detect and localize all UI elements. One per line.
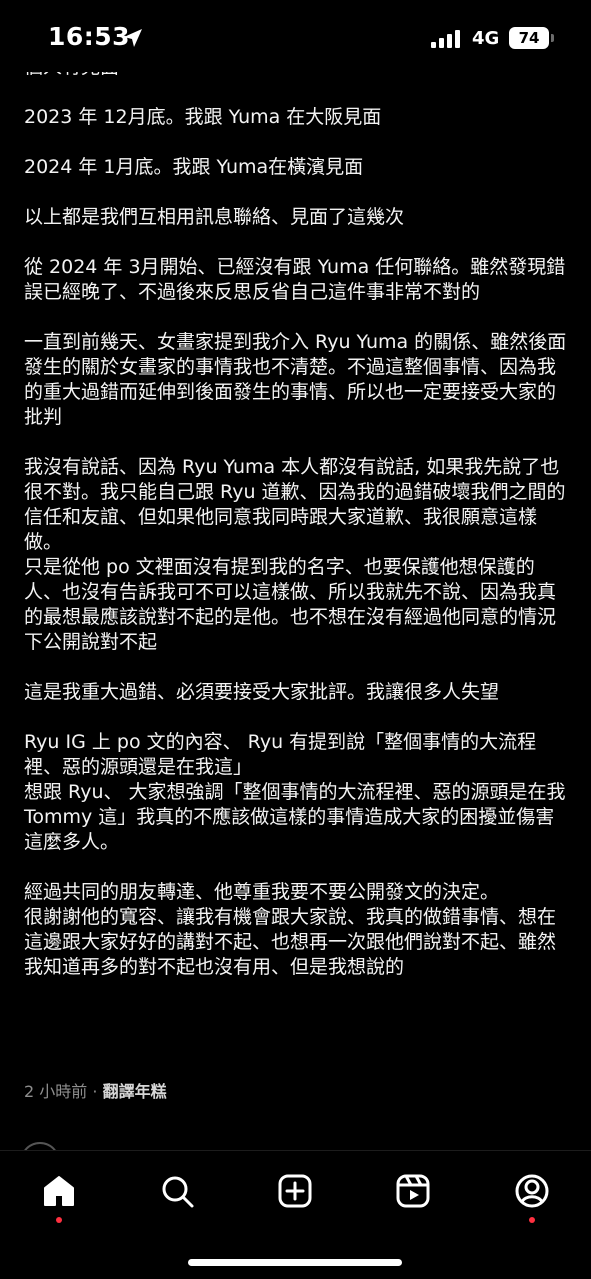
tab-create[interactable] — [271, 1167, 319, 1215]
status-bar: 16:53 4G 74 — [0, 0, 591, 72]
translate-link[interactable]: 翻譯年糕 — [103, 1082, 167, 1101]
caption-paragraph: 以上都是我們互相用訊息聯絡、見面了這幾次 — [24, 206, 405, 228]
caption-paragraph: 想跟 Ryu、 大家想強調「整個事情的大流程裡、惡的源頭是在我 Tommy 這」… — [24, 781, 572, 853]
caption-paragraph: 我沒有說話、因為 Ryu Yuma 本人都沒有說話, 如果我先說了也很不對。我只… — [24, 456, 566, 553]
post-meta: 2 小時前 · 翻譯年糕 — [24, 1078, 167, 1102]
caption-paragraph: 這是我重大過錯、必須要接受大家批評。我讓很多人失望 — [24, 681, 500, 703]
battery-level: 74 — [518, 29, 540, 47]
battery-icon: 74 — [509, 27, 549, 49]
profile-notification-dot — [529, 1217, 535, 1223]
cellular-signal-icon — [431, 30, 460, 48]
home-icon — [44, 1176, 74, 1206]
caption-paragraph: 從 2024 年 3月開始、已經沒有跟 Yuma 任何聯絡。雖然發現錯誤已經晚了… — [24, 256, 566, 303]
meta-separator: · — [92, 1082, 98, 1101]
battery-nub — [551, 34, 554, 42]
caption-paragraph: 2024 年 1月底。我跟 Yuma在橫濱見面 — [24, 156, 364, 178]
reels-icon — [396, 1174, 430, 1208]
status-time: 16:53 — [48, 22, 131, 51]
post-timestamp: 2 小時前 — [24, 1082, 88, 1101]
caption-paragraph: 很謝謝他的寬容、讓我有機會跟大家說、我真的做錯事情、想在這邊跟大家好好的講對不起… — [24, 906, 557, 978]
home-indicator — [188, 1259, 402, 1266]
caption-paragraph: 經過共同的朋友轉達、他尊重我要不要公開發文的決定。 — [24, 881, 500, 903]
caption-paragraph: Ryu IG 上 po 文的內容、 Ryu 有提到說「整個事情的大流程裡、惡的源… — [24, 731, 537, 778]
home-notification-dot — [56, 1217, 62, 1223]
network-type: 4G — [472, 28, 500, 49]
tab-reels[interactable] — [389, 1167, 437, 1215]
caption-paragraph: 只是從他 po 文裡面沒有提到我的名字、也要保護他想保護的人、也沒有告訴我可不可… — [24, 556, 557, 653]
caption-paragraph: 一直到前幾天、女畫家提到我介入 Ryu Yuma 的關係、雖然後面發生的關於女畫… — [24, 331, 567, 428]
search-icon — [162, 1176, 194, 1208]
tab-search[interactable] — [153, 1167, 201, 1215]
caption-paragraph: 2023 年 12月底。我跟 Yuma 在大阪見面 — [24, 106, 382, 128]
tab-home[interactable] — [35, 1167, 83, 1215]
plus-square-icon — [278, 1174, 312, 1208]
tab-profile[interactable] — [508, 1167, 556, 1215]
profile-icon — [515, 1174, 549, 1208]
post-caption: 個人有見面 2023 年 12月底。我跟 Yuma 在大阪見面 2024 年 1… — [24, 55, 572, 1005]
location-arrow-icon — [124, 29, 142, 47]
